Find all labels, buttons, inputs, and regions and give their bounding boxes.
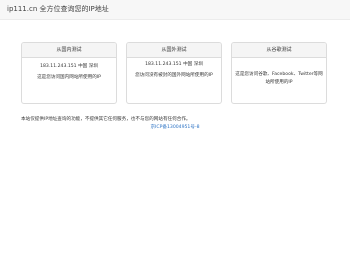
icp-license-link[interactable]: 京ICP备13004951号-8 — [0, 124, 350, 132]
domestic-test-card: 从国内测试 183.11.243.151 中国 深圳 这是您访问国内网站所使用的… — [21, 42, 117, 104]
google-test-card: 从谷歌测试 这是您访问谷歌、Facebook、Twitter等网站所使用的IP — [231, 42, 327, 104]
disclaimer-text: 本站仅提供IP地址查询的功能，不提供其它任何服务，也不与您的网站有任何合作。 — [21, 117, 191, 122]
domestic-card-body: 183.11.243.151 中国 深圳 这是您访问国内网站所使用的IP — [22, 63, 116, 82]
domestic-ip-result: 183.11.243.151 中国 深圳 — [40, 64, 98, 69]
foreign-card-title: 从国外测试 — [127, 43, 221, 58]
google-card-body: 这是您访问谷歌、Facebook、Twitter等网站所使用的IP — [232, 71, 326, 87]
foreign-test-card: 从国外测试 183.11.243.151 中国 深圳 您访问没有被封的国外网站所… — [126, 42, 222, 104]
domestic-ip-note: 这是您访问国内网站所使用的IP — [37, 75, 101, 80]
foreign-ip-result: 183.11.243.151 中国 深圳 — [145, 62, 203, 67]
site-header: ip111.cn 全方位查询您的IP地址 — [0, 0, 350, 20]
google-card-title: 从谷歌测试 — [232, 43, 326, 58]
site-title: ip111.cn 全方位查询您的IP地址 — [7, 5, 109, 13]
foreign-card-body: 183.11.243.151 中国 深圳 您访问没有被封的国外网站所使用的IP — [127, 61, 221, 80]
google-ip-note: 这是您访问谷歌、Facebook、Twitter等网站所使用的IP — [235, 72, 323, 85]
domestic-card-title: 从国内测试 — [22, 43, 116, 58]
foreign-ip-note: 您访问没有被封的国外网站所使用的IP — [135, 73, 213, 78]
